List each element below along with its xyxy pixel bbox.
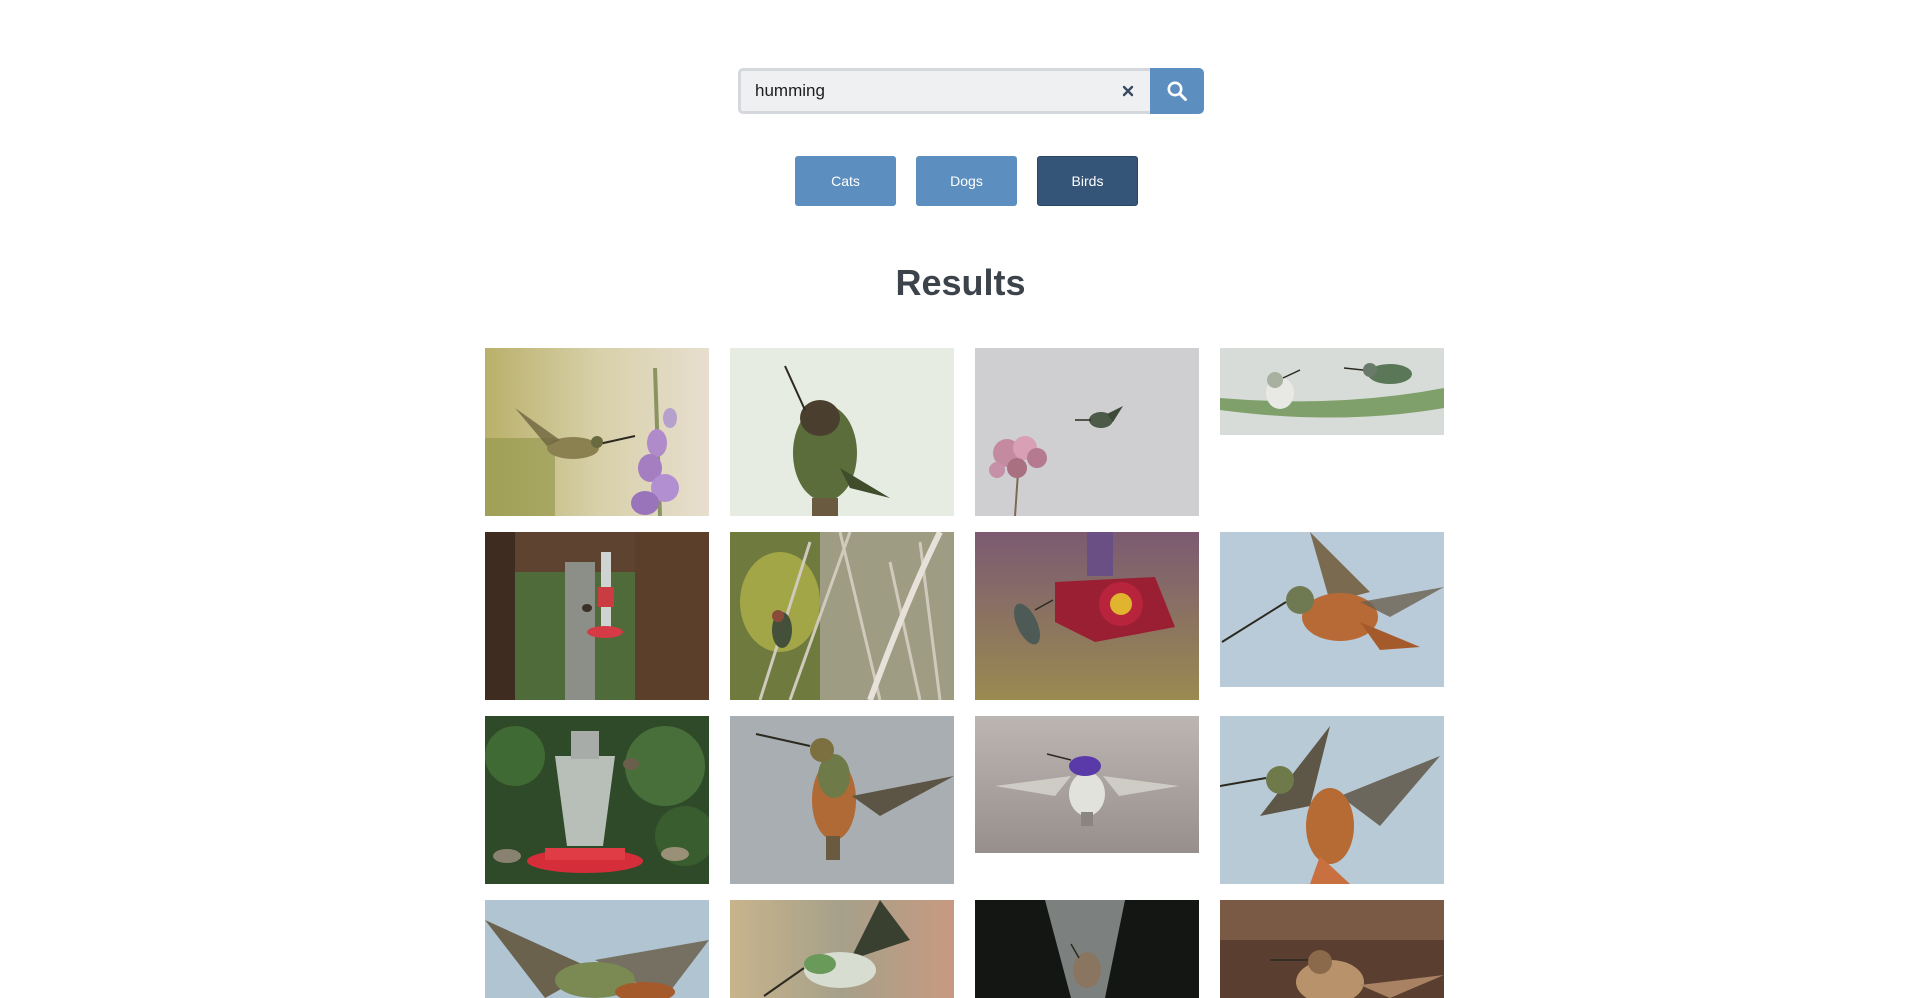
- result-image-15[interactable]: [975, 900, 1199, 998]
- result-image-13[interactable]: [485, 900, 709, 998]
- search-bar: [738, 68, 1204, 114]
- clear-search-button[interactable]: [1118, 81, 1138, 101]
- search-button[interactable]: [1150, 68, 1204, 114]
- result-image-11[interactable]: [975, 716, 1199, 853]
- result-image-10[interactable]: [730, 716, 954, 884]
- category-button-dogs[interactable]: Dogs: [916, 156, 1017, 206]
- result-image-7[interactable]: [975, 532, 1199, 700]
- result-image-8[interactable]: [1220, 532, 1444, 687]
- result-image-5[interactable]: [485, 532, 709, 700]
- result-image-3[interactable]: [975, 348, 1199, 516]
- close-icon: [1123, 85, 1134, 97]
- search-icon: [1167, 81, 1188, 101]
- result-image-16[interactable]: [1220, 900, 1444, 998]
- result-image-12[interactable]: [1220, 716, 1444, 884]
- result-image-9[interactable]: [485, 716, 709, 884]
- result-image-2[interactable]: [730, 348, 954, 516]
- result-image-1[interactable]: [485, 348, 709, 516]
- result-image-6[interactable]: [730, 532, 954, 700]
- search-field: [738, 68, 1151, 114]
- category-filters: Cats Dogs Birds: [795, 156, 1145, 206]
- result-image-14[interactable]: [730, 900, 954, 998]
- search-input[interactable]: [741, 71, 1151, 111]
- results-grid: [485, 348, 1445, 998]
- results-title: Results: [895, 262, 1026, 303]
- category-button-birds[interactable]: Birds: [1037, 156, 1138, 206]
- category-button-cats[interactable]: Cats: [795, 156, 896, 206]
- result-image-4[interactable]: [1220, 348, 1444, 435]
